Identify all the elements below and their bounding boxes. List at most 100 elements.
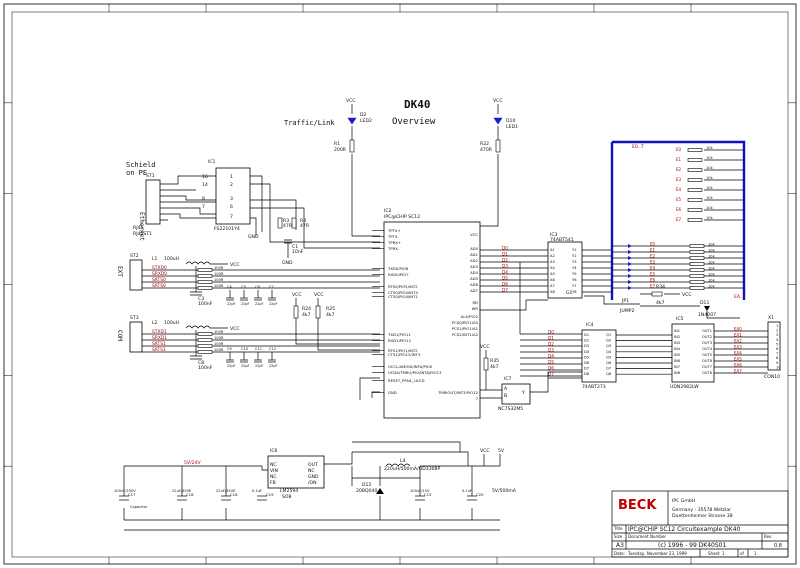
x1-pin: 2	[776, 329, 778, 333]
svg-text:B: B	[504, 393, 507, 399]
pullup-value: 10k	[706, 196, 714, 200]
led-indicator	[628, 244, 632, 248]
ea-net-label: EA0	[734, 326, 742, 331]
pullup-value: 10k	[706, 176, 714, 180]
ic4-pin-d: D8	[584, 372, 590, 376]
pullup-resistor	[687, 208, 703, 212]
ic1-transformer: IC1 FS22101Y4 16 14 8 7 1 2 3 6 7 R3 47R…	[202, 159, 380, 266]
svg-text:VCC: VCC	[314, 292, 324, 298]
cap-value: 22pF	[241, 364, 249, 368]
ic4-pin-q: Q1	[606, 333, 611, 337]
ext-serial-block: ST2 STXD0 100R SRXD0 100R SRTS0 100R SRTS0 100R…	[129, 253, 380, 307]
ic4-pin-d: D4	[584, 350, 590, 354]
pullup-resistor	[687, 148, 703, 152]
series-resistor-value: 100R	[214, 330, 224, 334]
svg-text:100uH: 100uH	[164, 256, 179, 262]
svg-text:GND: GND	[248, 234, 259, 240]
blue-bus: E0..7 EA..7 10k E0 E0 10k 10k E1 E1 10k 10k E2 E2 1…	[610, 140, 746, 300]
led-net-label: E4	[650, 266, 656, 271]
svg-text:OUT: OUT	[308, 462, 318, 468]
pullup-resistor	[687, 188, 703, 192]
series-resistor	[197, 286, 213, 290]
led-indicator	[628, 268, 632, 272]
svg-text:R35: R35	[490, 358, 499, 364]
ic4-pin-q: Q7	[606, 367, 611, 371]
pullup-resistor	[687, 218, 703, 222]
pullup-resistor	[687, 158, 703, 162]
svg-text:10k: 10k	[708, 243, 716, 247]
ic5-pin-out: OUT6	[702, 359, 713, 363]
power-supply: 5V/24V IC6 NC VIN NC FB OUT NC GND /ON L…	[114, 441, 517, 531]
svg-text:Tuesday, November 23, 1999: Tuesday, November 23, 1999	[627, 551, 687, 556]
led-net-label: E0	[650, 242, 656, 247]
pullup-value: 10k	[706, 216, 714, 220]
ic5-pin-in: IN6	[674, 359, 681, 363]
x1-pin: 3	[776, 333, 778, 337]
svg-text:VCC: VCC	[682, 292, 692, 298]
svg-text:Sheet: Sheet	[708, 551, 720, 556]
ic2-pin-label-right: PCS1/PIO1/A1	[452, 326, 479, 331]
series-resistor-value: 100R	[214, 278, 224, 282]
svg-text:100nF: 100nF	[198, 365, 213, 371]
ic3-pin-a: A5	[550, 272, 555, 276]
svg-text:R34: R34	[656, 284, 665, 290]
svg-text:IPC GmbH: IPC GmbH	[672, 498, 695, 504]
pcap-value: 22uF/35VE	[216, 489, 236, 493]
latch-net-label: D0	[548, 329, 554, 334]
ic5-pin-out: OUT1	[702, 329, 712, 333]
series-resistor	[197, 268, 213, 272]
ic3-pin-y: Y5	[572, 272, 576, 276]
ic2-pin-label-left: TPRX+	[387, 240, 401, 245]
svg-text:IC5: IC5	[676, 316, 684, 322]
ea-net-label: EA4	[734, 350, 742, 355]
svg-text:6: 6	[230, 204, 233, 210]
ic5-pin-out: OUT8	[702, 371, 713, 375]
pullup-value: 10k	[706, 206, 714, 210]
svg-text:NC: NC	[308, 468, 315, 474]
svg-text:IC6: IC6	[270, 448, 278, 454]
title-sub: Overview	[392, 117, 436, 127]
ic2-ipc-chip: IC2 IPC@CHIP SC12 TPTX+TPTX-TPRX+TPRX- TX…	[372, 208, 481, 419]
svg-text:4k7: 4k7	[326, 312, 335, 318]
svg-text:A3: A3	[616, 542, 624, 549]
ic5-pin-in: IN7	[674, 365, 680, 369]
ic4-pin-d: D6	[584, 361, 590, 365]
ic2-pin-label-right: AD5	[470, 276, 479, 281]
latch-net-label: D1	[548, 335, 554, 340]
svg-text:4k7: 4k7	[656, 300, 665, 306]
svg-text:1: 1	[722, 551, 725, 556]
svg-text:47R: 47R	[283, 223, 293, 229]
svg-text:EA..7: EA..7	[734, 294, 746, 300]
ad-net-label: D3	[502, 263, 508, 268]
connector-x1: X1 CON10 12345678910	[764, 315, 781, 380]
bus-net-label: E5	[676, 197, 682, 202]
svg-text:Rev: Rev	[764, 534, 772, 539]
svg-text:JUMP2: JUMP2	[619, 308, 634, 314]
pcap-ref: C20	[476, 492, 484, 497]
series-resistor	[197, 350, 213, 354]
ic7-or-gate: IC7 NC7S32M5 A B Y R35 4k7 VCC	[480, 344, 582, 412]
svg-text:RJ45ST1: RJ45ST1	[133, 231, 152, 237]
svg-text:NC7S32M5: NC7S32M5	[498, 406, 523, 412]
svg-text:100nF: 100nF	[198, 301, 213, 307]
ic5-pin-out: OUT5	[702, 353, 712, 357]
pcap-value: 0.1uF	[252, 489, 262, 493]
cap-value: 22pF	[269, 302, 277, 306]
x1-pin: 7	[776, 352, 778, 356]
svg-text:5V/500mA: 5V/500mA	[492, 488, 517, 494]
svg-text:5V: 5V	[498, 448, 505, 454]
ic4-pin-q: Q4	[606, 350, 612, 354]
bus-net-label: E0	[676, 147, 682, 152]
serial-net-label: SRTS0	[152, 283, 166, 289]
ic4-pin-d: D1	[584, 333, 589, 337]
ic3-pin-y: Y4	[572, 266, 577, 270]
svg-text:ST2: ST2	[130, 253, 139, 259]
led-indicator	[628, 262, 632, 266]
ad-net-label: D1	[502, 251, 508, 256]
svg-text:3: 3	[230, 196, 233, 202]
svg-text:200R: 200R	[334, 147, 347, 153]
bus-net-label: E7	[676, 217, 682, 222]
svg-text:IC1: IC1	[208, 159, 216, 165]
series-resistor	[197, 344, 213, 348]
latch-net-label: D6	[548, 365, 554, 370]
